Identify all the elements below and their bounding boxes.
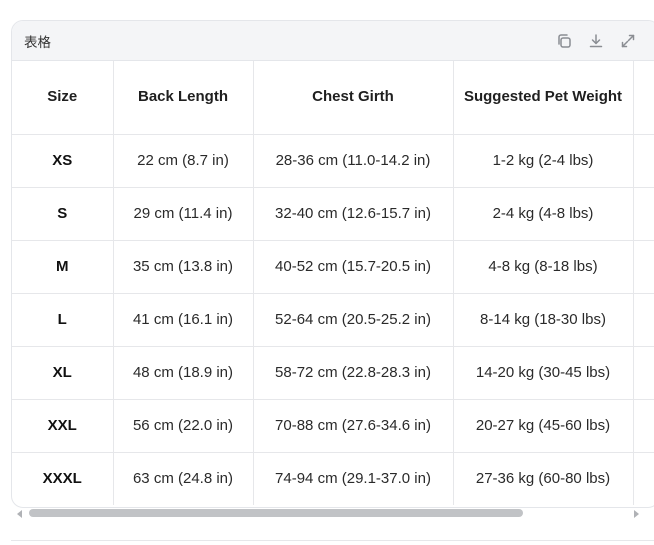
size-cell: M	[12, 240, 114, 294]
chest-girth-cell: 58-72 cm (22.8-28.3 in)	[253, 346, 454, 400]
size-cell: S	[12, 187, 114, 241]
table-header-row: Size Back Length Chest Girth Suggested P…	[12, 61, 654, 135]
download-icon	[589, 33, 603, 47]
expand-button[interactable]	[619, 32, 637, 50]
back-length-cell: 48 cm (18.9 in)	[113, 346, 254, 400]
back-length-cell: 29 cm (11.4 in)	[113, 187, 254, 241]
chest-girth-cell: 70-88 cm (27.6-34.6 in)	[253, 399, 454, 453]
size-cell: XXL	[12, 399, 114, 453]
divider	[11, 540, 654, 541]
back-length-cell: 35 cm (13.8 in)	[113, 240, 254, 294]
back-length-cell: 41 cm (16.1 in)	[113, 293, 254, 347]
header-back-length: Back Length	[113, 61, 254, 135]
extra-cell	[633, 399, 654, 453]
copy-icon	[558, 33, 571, 48]
chest-girth-cell: 74-94 cm (29.1-37.0 in)	[253, 452, 454, 505]
pet-weight-cell: 14-20 kg (30-45 lbs)	[453, 346, 634, 400]
card-title: 表格	[24, 34, 51, 50]
pet-weight-cell: 20-27 kg (45-60 lbs)	[453, 399, 634, 453]
pet-weight-cell: 27-36 kg (60-80 lbs)	[453, 452, 634, 505]
size-cell: XS	[12, 134, 114, 188]
table-row: S 29 cm (11.4 in) 32-40 cm (12.6-15.7 in…	[12, 187, 654, 241]
extra-cell	[633, 346, 654, 400]
extra-cell	[633, 452, 654, 505]
header-size: Size	[12, 61, 114, 135]
expand-icon	[621, 34, 635, 47]
table-row: XXL 56 cm (22.0 in) 70-88 cm (27.6-34.6 …	[12, 399, 654, 453]
table-row: XL 48 cm (18.9 in) 58-72 cm (22.8-28.3 i…	[12, 346, 654, 400]
scroll-right-icon[interactable]	[634, 510, 639, 518]
header-suggested-pet-weight: Suggested Pet Weight	[453, 61, 634, 135]
table-row: L 41 cm (16.1 in) 52-64 cm (20.5-25.2 in…	[12, 293, 654, 347]
download-button[interactable]	[587, 32, 605, 50]
size-cell: L	[12, 293, 114, 347]
header-chest-girth: Chest Girth	[253, 61, 454, 135]
chest-girth-cell: 28-36 cm (11.0-14.2 in)	[253, 134, 454, 188]
chest-girth-cell: 40-52 cm (15.7-20.5 in)	[253, 240, 454, 294]
size-cell: XXXL	[12, 452, 114, 505]
size-table: Size Back Length Chest Girth Suggested P…	[12, 61, 654, 505]
pet-weight-cell: 4-8 kg (8-18 lbs)	[453, 240, 634, 294]
table-row: M 35 cm (13.8 in) 40-52 cm (15.7-20.5 in…	[12, 240, 654, 294]
chest-girth-cell: 32-40 cm (12.6-15.7 in)	[253, 187, 454, 241]
extra-cell	[633, 293, 654, 347]
copy-button[interactable]	[555, 32, 573, 50]
chest-girth-cell: 52-64 cm (20.5-25.2 in)	[253, 293, 454, 347]
table-card: 表格 Size Back Length Chest Girth Suggeste…	[11, 20, 654, 508]
card-toolbar	[555, 32, 637, 50]
extra-cell	[633, 187, 654, 241]
pet-weight-cell: 1-2 kg (2-4 lbs)	[453, 134, 634, 188]
scroll-left-icon[interactable]	[17, 510, 22, 518]
header-extra	[633, 61, 654, 135]
pet-weight-cell: 8-14 kg (18-30 lbs)	[453, 293, 634, 347]
back-length-cell: 22 cm (8.7 in)	[113, 134, 254, 188]
back-length-cell: 56 cm (22.0 in)	[113, 399, 254, 453]
back-length-cell: 63 cm (24.8 in)	[113, 452, 254, 505]
extra-cell	[633, 134, 654, 188]
horizontal-scrollbar[interactable]	[11, 508, 643, 520]
extra-cell	[633, 240, 654, 294]
scrollbar-thumb[interactable]	[29, 509, 523, 517]
pet-weight-cell: 2-4 kg (4-8 lbs)	[453, 187, 634, 241]
size-cell: XL	[12, 346, 114, 400]
table-row: XS 22 cm (8.7 in) 28-36 cm (11.0-14.2 in…	[12, 134, 654, 188]
card-header: 表格	[12, 21, 654, 61]
table-row: XXXL 63 cm (24.8 in) 74-94 cm (29.1-37.0…	[12, 452, 654, 505]
table-scroll-area[interactable]: Size Back Length Chest Girth Suggested P…	[12, 61, 654, 505]
